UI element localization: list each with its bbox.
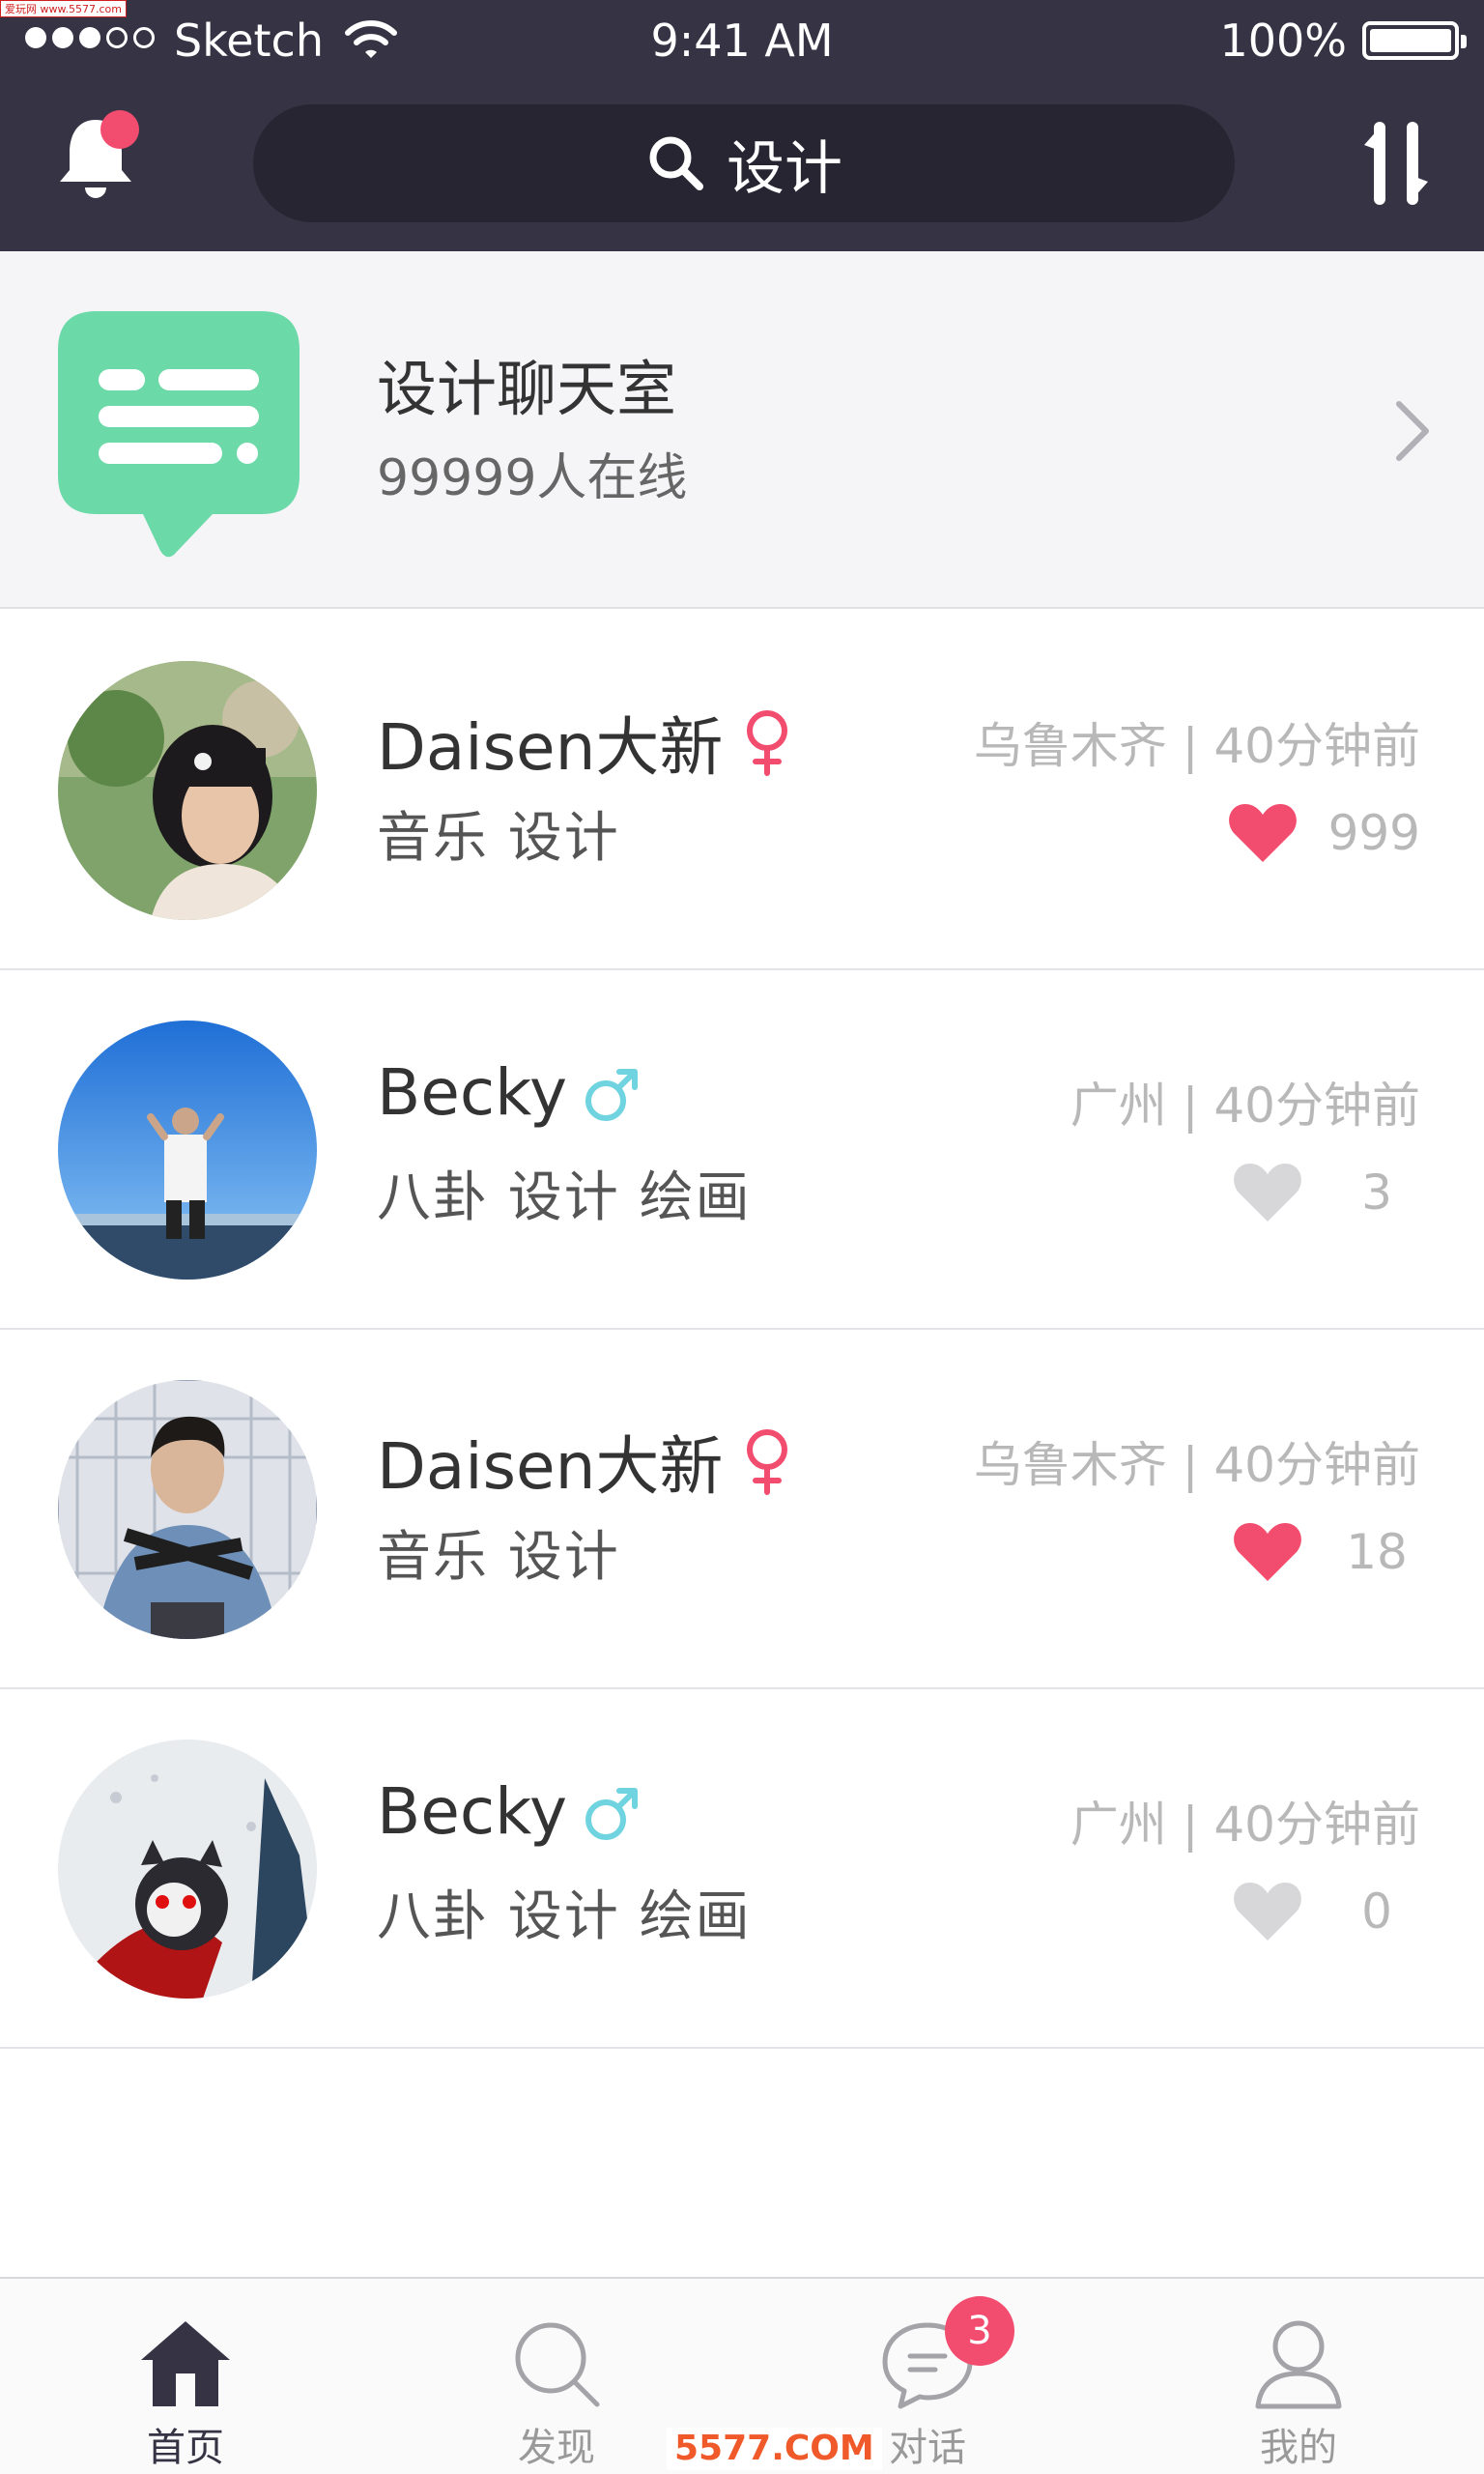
user-tags: 八卦 设计 绘画 (377, 1885, 752, 1948)
user-tags: 音乐 设计 (377, 807, 620, 870)
user-name: Becky (377, 1774, 568, 1849)
unread-badge: 3 (945, 2296, 1014, 2366)
female-icon (747, 710, 788, 776)
chatroom-title: 设计聊天室 (377, 354, 677, 424)
status-bar: Sketch 9:41 AM 100% (0, 0, 1484, 87)
profile-icon (1255, 2320, 1342, 2409)
user-tags: 八卦 设计 绘画 (377, 1166, 752, 1229)
list-item[interactable]: Daisen大新 音乐 设计 乌鲁木齐 | 40分钟前 999 (0, 611, 1484, 970)
sort-icon[interactable] (1358, 122, 1434, 205)
notification-dot (100, 110, 139, 149)
tab-label: 首页 (147, 2426, 224, 2470)
tab-home[interactable]: 首页 (79, 2317, 292, 2472)
search-bar[interactable]: 设计 (253, 104, 1235, 222)
discover-icon (515, 2322, 600, 2407)
user-tags: 音乐 设计 (377, 1526, 620, 1589)
list-item[interactable]: Becky 八卦 设计 绘画 广州 | 40分钟前 0 (0, 1689, 1484, 2049)
avatar[interactable] (58, 1021, 317, 1280)
like-count: 0 (1361, 1884, 1392, 1940)
location-time: 乌鲁木齐 | 40分钟前 (973, 718, 1420, 774)
male-icon (585, 1787, 639, 1840)
like-group[interactable]: 999 (1228, 802, 1420, 864)
like-group[interactable]: 18 (1233, 1521, 1420, 1583)
female-icon (747, 1429, 788, 1495)
user-name: Daisen大新 (377, 1429, 724, 1504)
location-time: 乌鲁木齐 | 40分钟前 (973, 1437, 1420, 1493)
like-count: 999 (1327, 805, 1420, 861)
tab-label: 我的 (1260, 2426, 1337, 2470)
heart-icon[interactable] (1233, 1881, 1302, 1942)
like-group[interactable]: 0 (1233, 1881, 1420, 1942)
search-icon (649, 136, 703, 190)
heart-icon[interactable] (1228, 802, 1298, 864)
like-group[interactable]: 3 (1233, 1162, 1420, 1223)
avatar[interactable] (58, 1740, 317, 1999)
search-query: 设计 (727, 134, 842, 203)
user-list: Daisen大新 音乐 设计 乌鲁木齐 | 40分钟前 999 Becky 八卦… (0, 611, 1484, 2049)
list-item[interactable]: Daisen大新 音乐 设计 乌鲁木齐 | 40分钟前 18 (0, 1330, 1484, 1689)
avatar[interactable] (58, 661, 317, 920)
heart-icon[interactable] (1233, 1162, 1302, 1223)
chatroom-online-count: 99999人在线 (377, 449, 688, 507)
user-name: Becky (377, 1055, 568, 1130)
top-header: Sketch 9:41 AM 100% 设计 (0, 0, 1484, 251)
list-item[interactable]: Becky 八卦 设计 绘画 广州 | 40分钟前 3 (0, 970, 1484, 1330)
heart-icon[interactable] (1233, 1521, 1302, 1583)
home-icon (141, 2321, 230, 2406)
location-time: 广州 | 40分钟前 (1070, 1078, 1420, 1134)
chatroom-icon (58, 311, 300, 558)
like-count: 18 (1346, 1524, 1408, 1580)
user-name: Daisen大新 (377, 710, 724, 785)
tab-discover[interactable]: 发现 (450, 2317, 663, 2472)
avatar[interactable] (58, 1380, 317, 1639)
location-time: 广州 | 40分钟前 (1070, 1797, 1420, 1853)
battery-percent: 100% (1219, 14, 1347, 67)
male-icon (585, 1068, 639, 1121)
battery-icon (1362, 21, 1467, 60)
like-count: 3 (1361, 1165, 1392, 1221)
watermark-top: 爱玩网 www.5577.com (0, 0, 127, 17)
watermark-bottom: 5577.COM (667, 2428, 882, 2470)
tab-profile[interactable]: 我的 (1192, 2317, 1405, 2472)
tab-label: 发现 (518, 2426, 595, 2470)
chevron-right-icon (1396, 401, 1429, 461)
chatroom-entry[interactable]: 设计聊天室 99999人在线 (0, 251, 1484, 609)
